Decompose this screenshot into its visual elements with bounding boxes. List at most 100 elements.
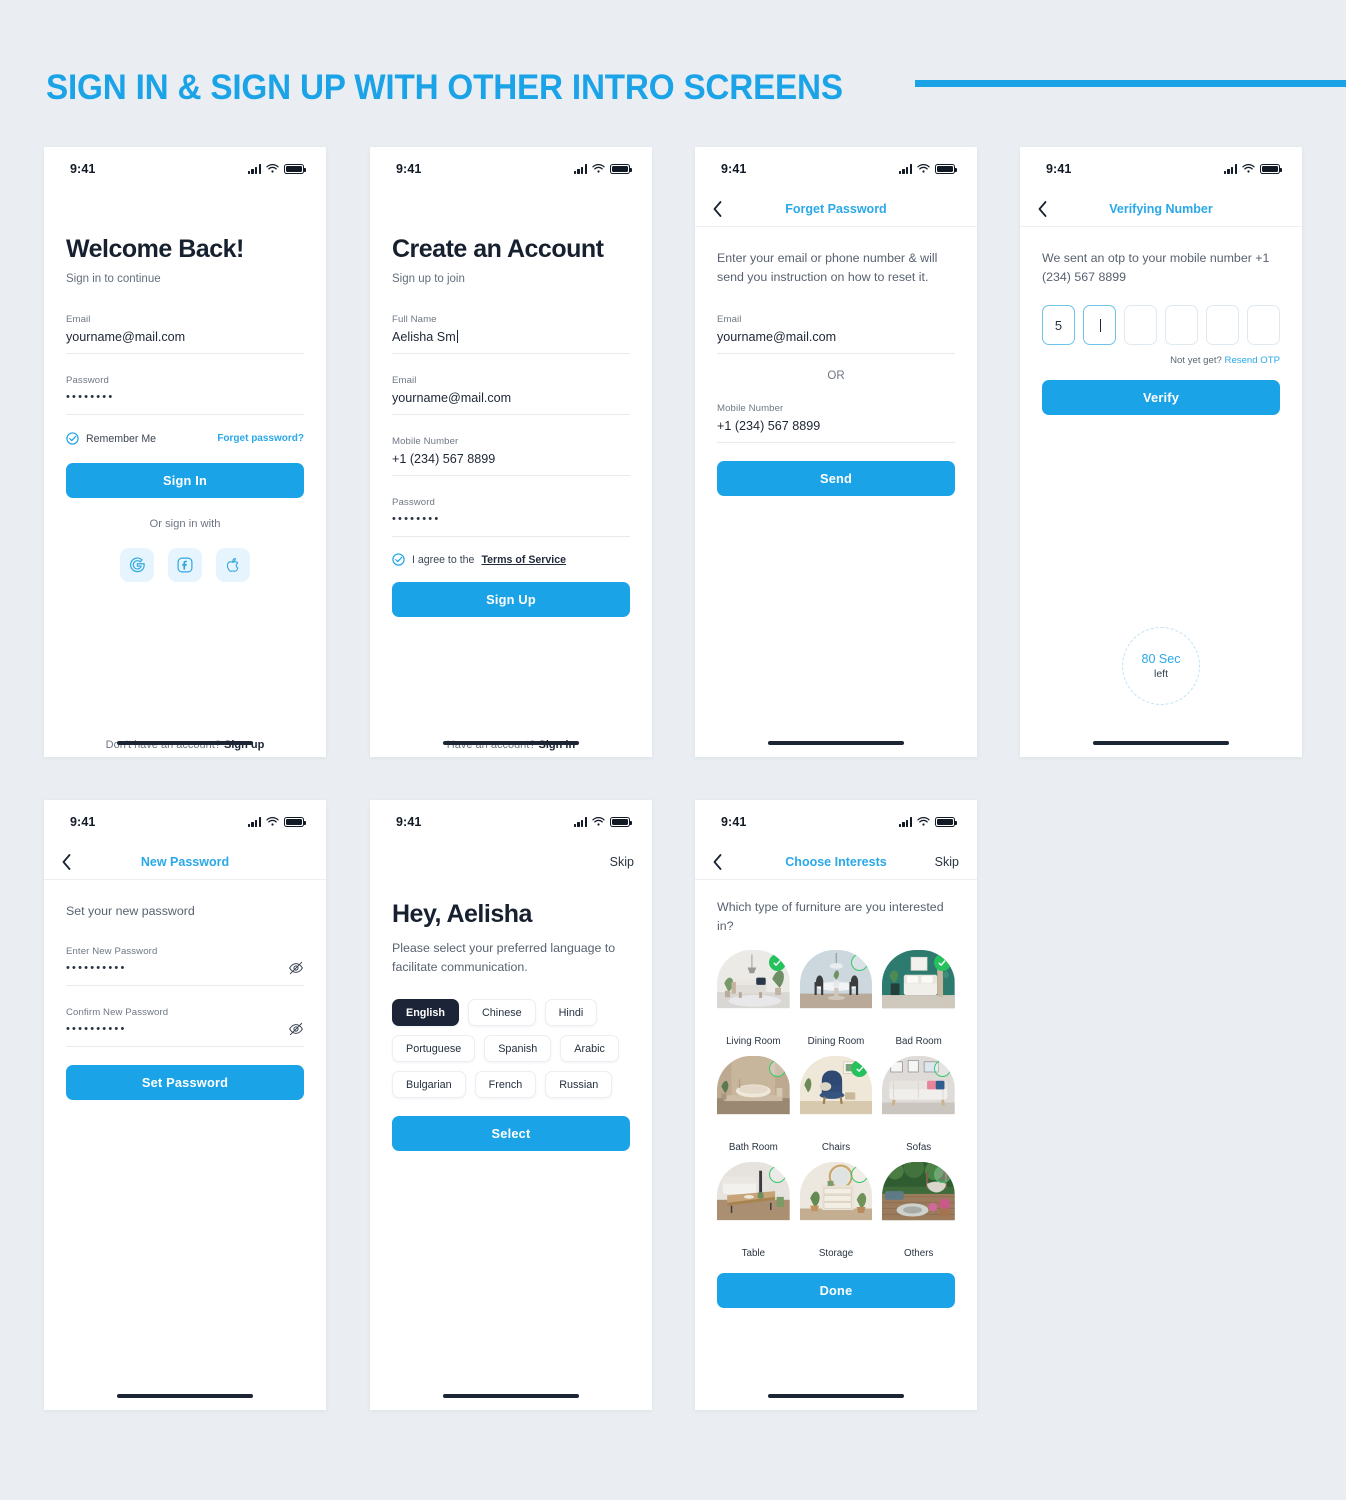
language-chip-arabic[interactable]: Arabic <box>560 1035 619 1063</box>
interest-card-sofas[interactable]: Sofas <box>882 1056 955 1153</box>
skip-button[interactable]: Skip <box>610 855 634 869</box>
email-field[interactable]: Email yourname@mail.com <box>392 368 630 415</box>
verify-button[interactable]: Verify <box>1042 380 1280 416</box>
mobile-field[interactable]: Mobile Number +1 (234) 567 8899 <box>717 396 955 444</box>
verify-description: We sent an otp to your mobile number +1 … <box>1042 251 1270 285</box>
interest-thumbnail <box>799 1162 873 1242</box>
interest-thumbnail <box>882 1056 955 1136</box>
wifi-icon <box>266 164 279 173</box>
interests-grid: Living Room Dining Room Bad Room Bath Ro… <box>717 950 955 1259</box>
battery-icon <box>284 817 306 827</box>
interest-card-dining-room[interactable]: Dining Room <box>799 950 873 1047</box>
battery-icon <box>610 164 632 174</box>
sign-up-button[interactable]: Sign Up <box>392 582 630 617</box>
forget-password-body: Enter your email or phone number & will … <box>695 249 977 757</box>
battery-icon <box>935 164 957 174</box>
interest-label: Table <box>741 1248 766 1260</box>
email-value: yourname@mail.com <box>392 391 512 405</box>
password-field[interactable]: Password •••••••• <box>392 490 630 537</box>
otp-digit-2[interactable] <box>1083 305 1116 346</box>
home-indicator <box>768 1393 904 1398</box>
email-field[interactable]: Email yourname@mail.com <box>66 307 304 354</box>
language-chip-french[interactable]: French <box>474 1071 537 1099</box>
confirm-new-password-field[interactable]: Confirm New Password •••••••••• <box>66 1000 304 1048</box>
status-icons <box>247 817 306 827</box>
eye-off-icon[interactable] <box>288 1021 304 1037</box>
interest-card-bad-room[interactable]: Bad Room <box>882 950 955 1047</box>
skip-bar: Skip <box>370 844 652 880</box>
resend-row: Not yet get? Resend OTP <box>1042 355 1280 366</box>
wifi-icon <box>1242 164 1255 173</box>
email-label: Email <box>392 375 417 386</box>
terms-checkbox[interactable]: I agree to the Terms of Service <box>392 553 630 566</box>
back-icon[interactable] <box>713 853 722 870</box>
eye-off-icon[interactable] <box>288 960 304 976</box>
mobile-field[interactable]: Mobile Number +1 (234) 567 8899 <box>392 429 630 476</box>
interest-thumbnail <box>799 950 873 1030</box>
signal-icon <box>898 817 912 827</box>
interest-card-living-room[interactable]: Living Room <box>717 950 790 1047</box>
language-chip-chinese[interactable]: Chinese <box>468 999 536 1027</box>
skip-button[interactable]: Skip <box>935 855 959 869</box>
interest-card-bath-room[interactable]: Bath Room <box>717 1056 790 1153</box>
selected-badge <box>768 954 786 972</box>
back-icon[interactable] <box>1038 200 1047 217</box>
home-indicator <box>768 740 904 745</box>
language-description: Please select your preferred language to… <box>392 941 616 975</box>
language-chip-russian[interactable]: Russian <box>545 1071 613 1099</box>
language-title: Hey, Aelisha <box>392 900 532 928</box>
otp-digit-1[interactable]: 5 <box>1042 305 1075 346</box>
back-icon[interactable] <box>62 853 71 870</box>
sign-in-button[interactable]: Sign In <box>66 463 304 498</box>
signal-icon <box>573 817 587 827</box>
home-indicator <box>117 1393 253 1398</box>
resend-otp-link[interactable]: Resend OTP <box>1225 355 1280 366</box>
back-icon[interactable] <box>713 200 722 217</box>
facebook-login-button[interactable] <box>168 548 202 582</box>
language-chip-english[interactable]: English <box>392 999 459 1027</box>
otp-digit-4[interactable] <box>1165 305 1198 346</box>
nav-title: Forget Password <box>785 201 887 216</box>
text-caret <box>1099 318 1101 332</box>
send-button[interactable]: Send <box>717 461 955 497</box>
interest-card-chairs[interactable]: Chairs <box>799 1056 873 1153</box>
remember-me-checkbox[interactable]: Remember Me <box>66 432 156 445</box>
language-chip-hindi[interactable]: Hindi <box>544 999 598 1027</box>
terms-of-service-link[interactable]: Terms of Service <box>481 554 566 566</box>
new-password-body: Set your new password Enter New Password… <box>44 902 326 1410</box>
language-chip-spanish[interactable]: Spanish <box>484 1035 552 1063</box>
otp-digit-5[interactable] <box>1206 305 1239 346</box>
otp-digit-3[interactable] <box>1124 305 1157 346</box>
otp-digit-6[interactable] <box>1247 305 1280 346</box>
email-value: yourname@mail.com <box>66 330 186 344</box>
mobile-value: +1 (234) 567 8899 <box>392 452 496 466</box>
select-button[interactable]: Select <box>392 1116 630 1152</box>
otp-input-group[interactable]: 5 <box>1042 305 1280 346</box>
done-button[interactable]: Done <box>717 1273 955 1309</box>
forget-password-link[interactable]: Forget password? <box>217 433 304 444</box>
interest-card-storage[interactable]: Storage <box>799 1162 873 1259</box>
interest-thumbnail <box>882 1162 955 1242</box>
language-chip-bulgarian[interactable]: Bulgarian <box>392 1071 466 1099</box>
text-caret <box>456 330 458 343</box>
confirm-new-password-label: Confirm New Password <box>66 1007 169 1019</box>
language-chip-portuguese[interactable]: Portuguese <box>392 1035 476 1063</box>
password-field[interactable]: Password •••••••• <box>66 368 304 415</box>
interest-card-table[interactable]: Table <box>717 1162 790 1259</box>
email-field[interactable]: Email yourname@mail.com <box>717 307 955 355</box>
social-login-row <box>66 548 304 582</box>
apple-login-button[interactable] <box>216 548 250 582</box>
status-time: 9:41 <box>70 162 96 176</box>
interest-card-others[interactable]: Others <box>882 1162 955 1259</box>
screen-forget-password: 9:41 Forget Password Enter your email or… <box>695 147 977 757</box>
full-name-field[interactable]: Full Name Aelisha Sm <box>392 307 630 354</box>
enter-new-password-field[interactable]: Enter New Password •••••••••• <box>66 939 304 987</box>
google-login-button[interactable] <box>120 548 154 582</box>
sign-up-title: Create an Account <box>392 235 604 263</box>
set-password-button[interactable]: Set Password <box>66 1065 304 1101</box>
wifi-icon <box>917 817 930 826</box>
check-icon <box>773 960 781 966</box>
check-circle-icon <box>66 432 79 445</box>
unselected-badge <box>768 1166 786 1184</box>
status-bar: 9:41 <box>44 147 326 191</box>
